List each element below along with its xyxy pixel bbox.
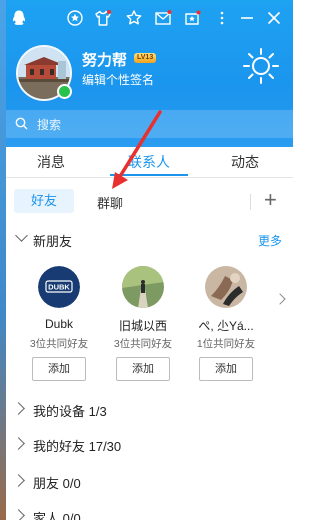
shirt-icon[interactable] [94,9,112,27]
star-circle-icon[interactable] [66,9,84,27]
add-friend-button[interactable]: 添加 [116,357,170,381]
svg-text:DUBK: DUBK [48,283,70,292]
group-label: 朋友 0/0 [33,476,81,491]
chevron-right-icon [12,437,25,450]
signature[interactable]: 编辑个性签名 [82,71,154,88]
group-row[interactable]: 我的设备 1/3 [6,399,293,421]
qq-penguin-icon[interactable] [10,9,28,27]
contact-subtabs: 好友 群聊 + [6,186,293,216]
chevron-right-icon[interactable] [274,293,286,305]
weather-sun-icon[interactable] [241,46,281,86]
card-mutual-friends: 1位共同好友 [196,338,256,350]
dubk-logo-icon[interactable]: DUBK [38,266,80,308]
chevron-down-icon [15,229,28,242]
level-badge[interactable]: LV13 [134,53,157,63]
new-friends-header[interactable]: 新朋友 更多 [6,229,293,251]
more-link[interactable]: 更多 [258,232,282,249]
subtab-groups[interactable]: 群聊 [97,193,123,212]
search-icon [15,117,28,130]
new-friends-label: 新朋友 [33,234,73,249]
chevron-right-icon [12,474,25,487]
minimize-icon[interactable] [238,9,256,27]
search-input[interactable]: 搜索 [37,116,61,133]
qq-main-window: 努力帮 LV13 编辑个性签名 搜索 消息 联系人 动态 好友 群聊 + 新朋友 [6,0,293,520]
star-box-icon[interactable] [183,9,201,27]
recommend-card: DUBK Dubk 3位共同好友 添加 [19,266,99,386]
more-icon[interactable] [213,9,231,27]
avatar[interactable] [205,266,247,308]
recommend-card: ぺ, 尐Yá... 1位共同好友 添加 [186,266,266,386]
add-friend-button[interactable]: 添加 [199,357,253,381]
active-tab-indicator [110,174,188,176]
online-status-dot [57,84,72,99]
search-bar[interactable]: 搜索 [6,110,293,138]
tab-moments[interactable]: 动态 [231,152,259,172]
card-mutual-friends: 3位共同好友 [113,338,173,350]
card-name: ぺ, 尐Yá... [198,319,254,333]
group-label: 我的设备 1/3 [33,404,107,419]
card-mutual-friends: 3位共同好友 [29,338,89,350]
add-contact-button[interactable]: + [264,187,277,213]
close-icon[interactable] [265,9,283,27]
title-bar [6,6,293,32]
star-icon[interactable] [125,9,143,27]
card-name: Dubk [44,317,73,331]
subtab-friends[interactable]: 好友 [14,189,74,213]
chevron-right-icon [12,509,25,520]
profile-header: 努力帮 LV13 编辑个性签名 搜索 [6,0,293,147]
add-friend-button[interactable]: 添加 [32,357,86,381]
tab-messages[interactable]: 消息 [37,152,65,172]
group-row[interactable]: 朋友 0/0 [6,471,293,493]
recommend-card: 旧城以西 3位共同好友 添加 [103,266,183,386]
chevron-right-icon [12,402,25,415]
group-row[interactable]: 家人 0/0 [6,506,293,520]
group-label: 我的好友 17/30 [33,439,122,454]
avatar[interactable] [122,266,164,308]
nickname[interactable]: 努力帮 [82,49,127,70]
group-row[interactable]: 我的好友 17/30 [6,434,293,456]
card-name: 旧城以西 [118,319,167,333]
divider [250,194,251,210]
group-label: 家人 0/0 [33,511,81,520]
mail-icon[interactable] [154,9,172,27]
tab-contacts[interactable]: 联系人 [128,152,170,172]
